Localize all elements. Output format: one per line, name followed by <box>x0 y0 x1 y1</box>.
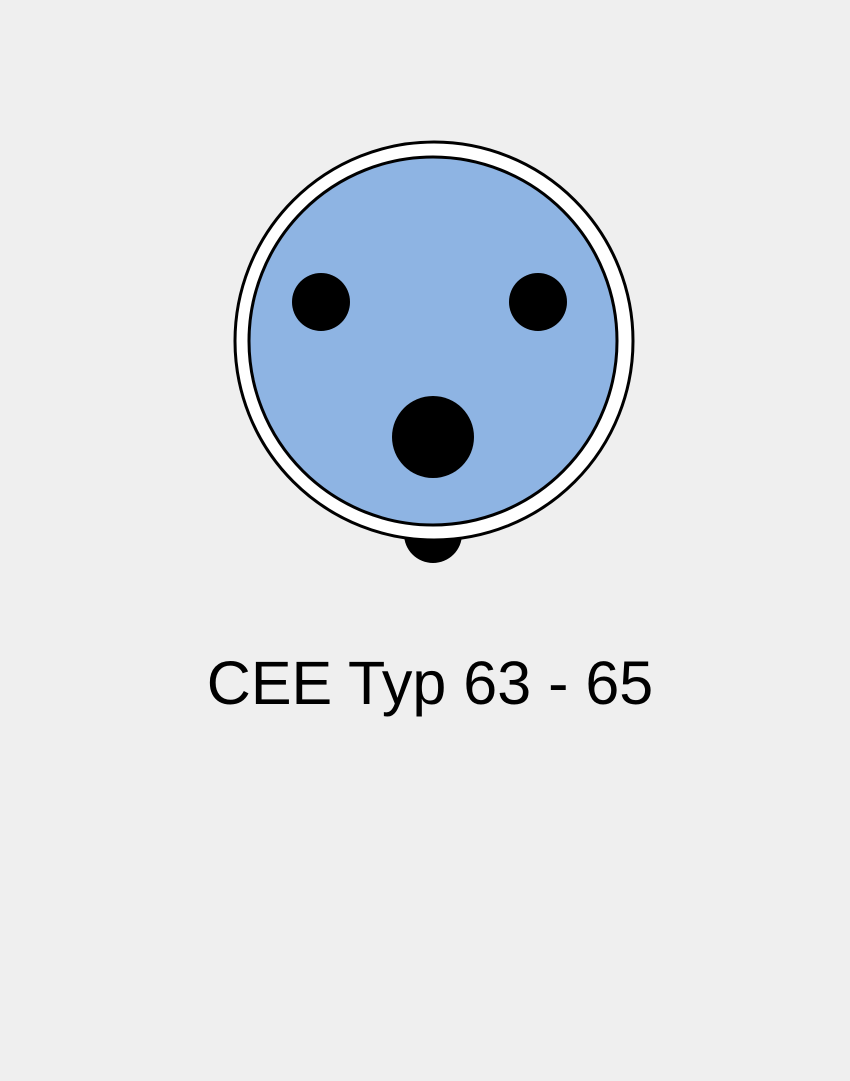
pin-hole-earth <box>392 396 474 478</box>
cee-socket-diagram <box>233 140 635 563</box>
socket-caption: CEE Typ 63 - 65 <box>206 649 654 717</box>
pin-hole-left <box>292 273 350 331</box>
pin-hole-right <box>509 273 567 331</box>
